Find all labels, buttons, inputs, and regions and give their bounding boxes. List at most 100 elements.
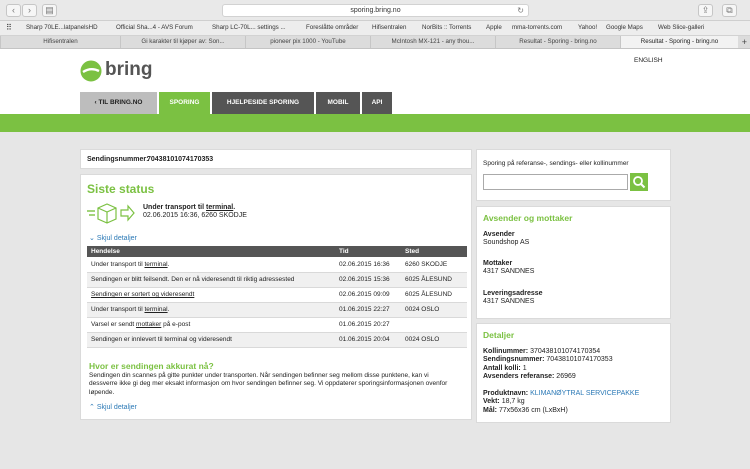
terminal-link[interactable]: terminal: [144, 306, 167, 313]
new-tab-icon[interactable]: +: [742, 36, 747, 48]
share-icon[interactable]: ⇪: [698, 4, 713, 17]
language-link[interactable]: ENGLISH: [634, 57, 663, 64]
recipient-link[interactable]: mottaker: [136, 321, 161, 328]
tabs-overview-icon[interactable]: ⧉: [722, 4, 737, 17]
where-title: Hvor er sendingen akkurat nå?: [89, 361, 214, 371]
detail-key: Antall kolli:: [483, 364, 521, 372]
details-box: Detaljer Kollinummer: 370438101074170354…: [476, 323, 671, 423]
recipient-value: 4317 SANDNES: [483, 268, 535, 275]
hide-details-link[interactable]: ⌃ Skjul detaljer: [89, 403, 137, 411]
row-event: Sendingen er innlevert til terminal og v…: [87, 332, 335, 348]
address-text: sporing.bring.no: [350, 7, 401, 14]
terminal-link[interactable]: terminal: [206, 204, 233, 211]
bookmark-item[interactable]: Google Maps: [606, 21, 643, 35]
header-time: Tid: [335, 246, 401, 257]
browser-tab[interactable]: McIntosh MX-121 - any thou...: [370, 36, 495, 48]
nav-back-button[interactable]: ‹ TIL BRING.NO: [80, 92, 157, 114]
bookmark-item[interactable]: NorBits :: Torrents: [422, 21, 471, 35]
bookmark-item[interactable]: Foreslåtte områder: [306, 21, 358, 35]
tracking-table: Hendelse Tid Sted Under transport til te…: [87, 246, 467, 348]
green-banner: [0, 114, 750, 132]
browser-tab-active[interactable]: Resultat - Sporing - bring.no: [620, 36, 738, 48]
bookmark-item[interactable]: Official Sha...4 - AVS Forum: [116, 21, 193, 35]
current-status-suffix: .: [233, 204, 236, 211]
bring-logo[interactable]: bring: [80, 57, 160, 85]
product-list: Produktnavn: KLIMANØYTRAL SERVICEPAKKE V…: [483, 390, 639, 415]
table-row: Under transport til terminal. 02.06.2015…: [87, 257, 467, 273]
product-link[interactable]: KLIMANØYTRAL SERVICEPAKKE: [530, 390, 639, 397]
search-input[interactable]: [483, 174, 628, 190]
row-event[interactable]: Sendingen er sortert og videresendt: [87, 287, 335, 303]
forward-arrow-icon[interactable]: ›: [22, 4, 37, 17]
search-box: Sporing på referanse-, sendings- eller k…: [476, 149, 671, 201]
reload-icon[interactable]: ↻: [517, 5, 524, 17]
bookmark-item[interactable]: mma-torrents.com: [512, 21, 562, 35]
details-title: Detaljer: [483, 330, 515, 340]
detail-value: 370438101074170354: [530, 348, 601, 355]
nav-tab-hjelpeside[interactable]: HJELPESIDE SPORING: [212, 92, 314, 114]
weight-value: 18,7 kg: [501, 398, 525, 406]
chevron-down-icon: ⌄: [89, 235, 97, 242]
row-event: Sendingen er blitt feilsendt. Den er nå …: [87, 272, 335, 288]
table-row: Sendingen er sortert og videresendt 02.0…: [87, 287, 467, 303]
nav-back-label: TIL BRING.NO: [98, 99, 143, 106]
size-label: Mål:: [483, 406, 497, 414]
terminal-link[interactable]: terminal: [144, 261, 167, 268]
browser-tab[interactable]: Hifisentralen: [0, 36, 120, 48]
shipment-number: 70438101074170353: [147, 156, 214, 163]
detail-row: Antall kolli: 1: [483, 365, 613, 373]
bookmark-item[interactable]: Web Slice-galleri: [658, 21, 704, 35]
bookmarks-bar: ⠿ Sharp 70LE...latpanelsHD Official Sha.…: [0, 21, 750, 36]
detail-row: Kollinummer: 370438101074170354: [483, 348, 613, 356]
detail-row: Sendingsnummer: 70438101074170353: [483, 356, 613, 364]
table-row: Under transport til terminal. 01.06.2015…: [87, 302, 467, 318]
detail-key: Avsenders referanse:: [483, 373, 555, 381]
chevron-up-icon: ⌃: [89, 404, 97, 411]
hide-details-link[interactable]: ⌄ Skjul detaljer: [89, 234, 137, 242]
nav-tab-api[interactable]: API: [362, 92, 392, 114]
nav-tab-sporing[interactable]: SPORING: [159, 92, 210, 114]
current-status: Under transport til terminal.: [143, 204, 235, 211]
current-status-prefix: Under transport til: [143, 204, 207, 211]
row-event: Varsel er sendt mottaker på e-post: [87, 317, 335, 333]
detail-value: 26969: [556, 373, 576, 381]
bookmark-item[interactable]: Sharp LC-70L... settings ...: [212, 21, 286, 35]
sidebar-icon[interactable]: ▤: [42, 4, 57, 17]
detail-value: 1: [522, 364, 527, 372]
bookmark-item[interactable]: Sharp 70LE...latpanelsHD: [26, 21, 98, 35]
bookmark-item[interactable]: Yahoo!: [578, 21, 597, 35]
row-time: 01.06.2015 20:04: [335, 332, 401, 348]
table-row: Sendingen er innlevert til terminal og v…: [87, 332, 467, 348]
grid-icon[interactable]: ⠿: [6, 21, 12, 35]
back-arrow-icon[interactable]: ‹: [6, 4, 21, 17]
size-value: 77x56x36 cm (LxBxH): [498, 406, 568, 414]
page-content: Sendingsnummer: 70438101074170353 Siste …: [0, 132, 750, 469]
header-event: Hendelse: [87, 246, 335, 257]
detail-value: 70438101074170353: [546, 356, 613, 364]
details-list: Kollinummer: 370438101074170354 Sendings…: [483, 348, 613, 382]
header-place: Sted: [401, 246, 467, 257]
address-bar[interactable]: sporing.bring.no ↻: [222, 4, 529, 17]
parties-box: Avsender og mottaker Avsender Soundshop …: [476, 206, 671, 319]
row-time: 01.06.2015 20:27: [335, 317, 401, 333]
browser-tab[interactable]: Resultat - Sporing - bring.no: [495, 36, 620, 48]
bookmark-item[interactable]: Apple: [486, 21, 502, 35]
row-place: [401, 317, 467, 333]
row-time: 02.06.2015 16:36: [335, 257, 401, 273]
table-header-row: Hendelse Tid Sted: [87, 246, 467, 257]
detail-row: Avsenders referanse: 26969: [483, 373, 613, 381]
nav-tab-mobil[interactable]: MOBIL: [316, 92, 360, 114]
search-button[interactable]: [630, 173, 648, 191]
package-in-transit-icon: [87, 203, 135, 224]
browser-tab[interactable]: Gi karakter til kjøper av: Son...: [120, 36, 245, 48]
row-time: 01.06.2015 22:27: [335, 302, 401, 318]
row-place: 6025 ÅLESUND: [401, 272, 467, 288]
row-place: 6260 SKODJE: [401, 257, 467, 273]
tab-bar: Hifisentralen Gi karakter til kjøper av:…: [0, 36, 750, 49]
browser-tab[interactable]: pioneer pix 1000 - YouTube: [245, 36, 370, 48]
current-status-date: 02.06.2015 16:36, 6260 SKODJE: [143, 212, 247, 219]
weight-label: Vekt:: [483, 398, 500, 406]
bookmark-item[interactable]: Hifisentralen: [372, 21, 406, 35]
sender-label: Avsender: [483, 231, 515, 238]
table-row: Varsel er sendt mottaker på e-post 01.06…: [87, 317, 467, 333]
